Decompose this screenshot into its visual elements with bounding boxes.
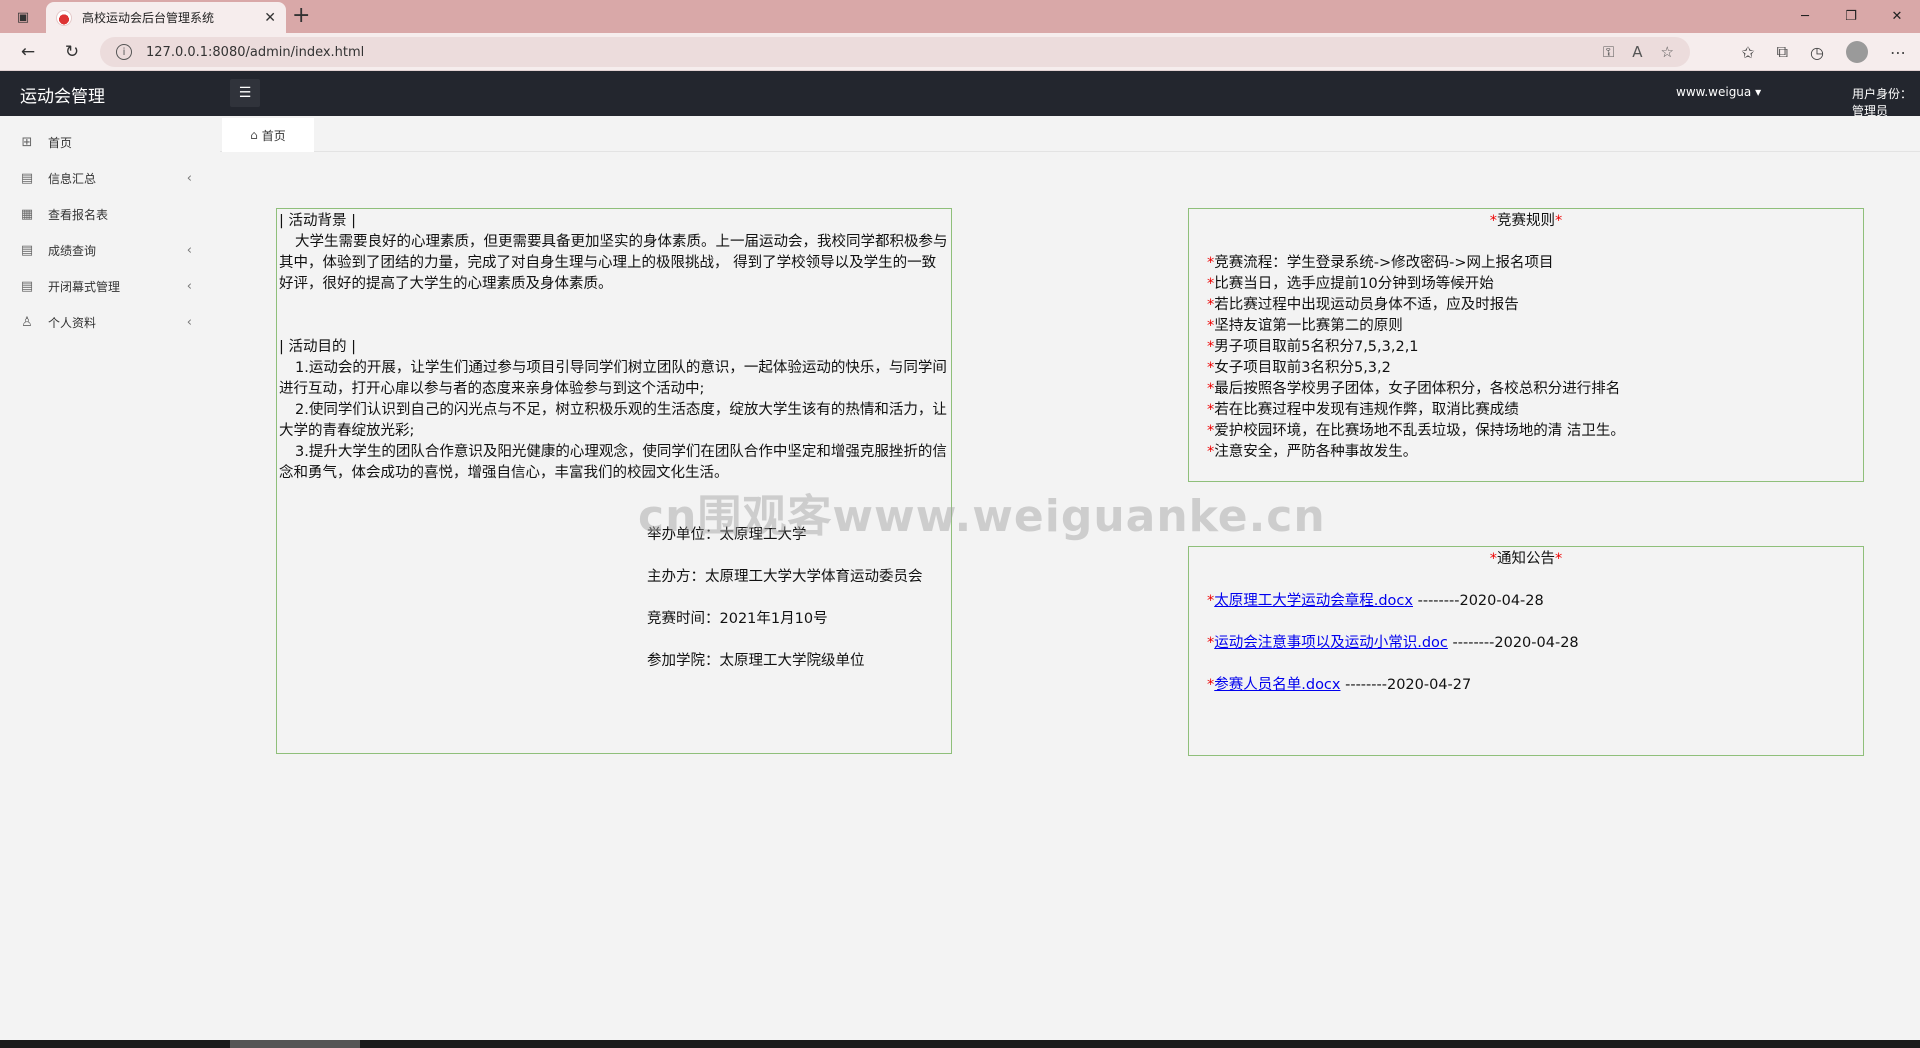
collections-icon[interactable]: ⧉ — [1777, 42, 1788, 62]
sidebar-item-label: 查看报名表 — [48, 207, 109, 222]
browser-toolbar: ← ↻ i 127.0.0.1:8080/admin/index.html ⚿ … — [0, 33, 1920, 71]
notice-item: *运动会注意事项以及运动小常识.doc --------2020-04-28 — [1207, 635, 1579, 651]
notice-date: --------2020-04-28 — [1413, 593, 1544, 609]
rules-title: *竞赛规则* — [1489, 213, 1563, 229]
browser-tab[interactable]: 高校运动会后台管理系统 ✕ — [46, 2, 286, 33]
sidebar-item-label: 成绩查询 — [48, 243, 97, 258]
scrollbar-thumb[interactable] — [230, 1040, 360, 1048]
notice-date: --------2020-04-28 — [1447, 635, 1579, 651]
sidebar-item-registrations[interactable]: ▦ 查看报名表 — [0, 196, 220, 232]
rule-item: *爱护校园环境，在比赛场地不乱丢垃圾，保持场地的清 洁卫生。 — [1207, 423, 1625, 439]
watermark-text: cn围观客www.weiguanke.cn — [638, 491, 1326, 542]
site-info-icon[interactable]: i — [116, 44, 132, 60]
menu-toggle-button[interactable]: ☰ — [230, 79, 260, 107]
url-text: 127.0.0.1:8080/admin/index.html — [146, 44, 365, 60]
user-role: 用户身份：管理员 — [1852, 87, 1913, 118]
edit-doc-icon: ▤ — [20, 278, 34, 294]
notices-panel: *通知公告* *太原理工大学运动会章程.docx --------2020-04… — [1188, 546, 1864, 756]
goal-item: 2.使同学们认识到自己的闪光点与不足，树立积极乐观的生活态度，绽放大学生该有的热… — [279, 402, 947, 439]
sidebar: ⊞ 首页 ▤ 信息汇总 ‹ ▦ 查看报名表 ▤ 成绩查询 ‹ ▤ 开闭幕式管理 … — [0, 116, 220, 1040]
background-title: | 活动背景 | — [279, 213, 356, 229]
sidebar-item-label: 开闭幕式管理 — [48, 279, 121, 294]
notice-date: --------2020-04-27 — [1340, 677, 1472, 693]
favorites-icon[interactable]: ✩ — [1741, 43, 1754, 62]
sidebar-item-label: 信息汇总 — [48, 171, 97, 186]
reload-icon[interactable]: ↻ — [60, 40, 84, 64]
notice-item: *参赛人员名单.docx --------2020-04-27 — [1207, 677, 1472, 693]
profile-avatar[interactable] — [1846, 41, 1868, 63]
sidebar-item-label: 首页 — [48, 135, 73, 150]
read-aloud-icon[interactable]: A — [1632, 43, 1642, 61]
rule-item: *若比赛过程中出现运动员身体不适，应及时报告 — [1207, 297, 1519, 313]
rule-item: *比赛当日，选手应提前10分钟到场等候开始 — [1207, 276, 1494, 292]
edit-doc-icon: ▤ — [20, 242, 34, 258]
notice-link[interactable]: 运动会注意事项以及运动小常识.doc — [1214, 635, 1448, 651]
sidebar-item-ceremony[interactable]: ▤ 开闭幕式管理 ‹ — [0, 268, 220, 304]
background-text: 大学生需要良好的心理素质，但更需要具备更加坚实的身体素质。上一届运动会，我校同学… — [279, 234, 948, 292]
sidebar-item-scores[interactable]: ▤ 成绩查询 ‹ — [0, 232, 220, 268]
tab-home[interactable]: ⌂ 首页 — [222, 118, 314, 152]
key-icon[interactable]: ⚿ — [1603, 43, 1614, 61]
notice-link[interactable]: 太原理工大学运动会章程.docx — [1214, 593, 1413, 609]
rule-item: *注意安全，严防各种事故发生。 — [1207, 444, 1418, 460]
home-icon: ⌂ — [250, 128, 258, 142]
chevron-left-icon: ‹ — [186, 278, 192, 294]
page-tabbar: ⌂ 首页 — [220, 116, 1920, 152]
goal-item: 3.提升大学生的团队合作意识及阳光健康的心理观念，使同学们在团队合作中坚定和增强… — [279, 444, 947, 481]
horizontal-scrollbar[interactable] — [0, 1040, 1920, 1048]
edit-doc-icon: ▤ — [20, 170, 34, 186]
main-content: ⌂ 首页 | 活动背景 | 大学生需要良好的心理素质，但更需要具备更加坚实的身体… — [220, 116, 1920, 1040]
tab-home-label: 首页 — [261, 128, 286, 143]
user-icon: ♙ — [21, 314, 33, 330]
notice-link[interactable]: 参赛人员名单.docx — [1214, 677, 1340, 693]
more-menu-icon[interactable]: ⋯ — [1890, 43, 1906, 62]
browser-tabstrip: ▣ 高校运动会后台管理系统 ✕ + ─ ❐ ✕ — [0, 0, 1920, 33]
new-tab-button[interactable]: + — [292, 4, 310, 28]
list-doc-icon: ▦ — [20, 206, 34, 222]
goal-item: 1.运动会的开展，让学生们通过参与项目引导同学们树立团队的意识，一起体验运动的快… — [279, 360, 947, 397]
site-favicon-icon — [56, 9, 72, 26]
hamburger-icon: ☰ — [238, 85, 252, 101]
rule-item: *竞赛流程：学生登录系统->修改密码->网上报名项目 — [1207, 255, 1554, 271]
browser-tab-title: 高校运动会后台管理系统 — [82, 11, 215, 25]
organizer: 主办方：太原理工大学大学体育运动委员会 — [647, 569, 923, 585]
sidebar-item-info-summary[interactable]: ▤ 信息汇总 ‹ — [0, 160, 220, 196]
notices-title: *通知公告* — [1489, 551, 1563, 567]
app-brand: 运动会管理 — [20, 87, 105, 107]
rule-item: *女子项目取前3名积分5,3,2 — [1207, 360, 1391, 376]
grid-icon: ⊞ — [21, 134, 33, 150]
rule-item: *最后按照各学校男子团体，女子团体积分，各校总积分进行排名 — [1207, 381, 1621, 397]
rules-panel: *竞赛规则* *竞赛流程：学生登录系统->修改密码->网上报名项目 *比赛当日，… — [1188, 208, 1864, 482]
rule-item: *男子项目取前5名积分7,5,3,2,1 — [1207, 339, 1419, 355]
address-bar[interactable]: i 127.0.0.1:8080/admin/index.html ⚿ A ☆ — [100, 37, 1690, 67]
sidebar-item-home[interactable]: ⊞ 首页 — [0, 124, 220, 160]
notice-item: *太原理工大学运动会章程.docx --------2020-04-28 — [1207, 593, 1544, 609]
back-icon[interactable]: ← — [16, 40, 40, 64]
close-window-icon[interactable]: ✕ — [1874, 0, 1920, 33]
participating-colleges: 参加学院：太原理工大学院级单位 — [647, 653, 865, 669]
history-icon[interactable]: ◷ — [1810, 43, 1824, 62]
minimize-icon[interactable]: ─ — [1782, 0, 1828, 33]
restore-icon[interactable]: ❐ — [1828, 0, 1874, 33]
sidebar-item-profile[interactable]: ♙ 个人资料 ‹ — [0, 304, 220, 340]
favorite-star-icon[interactable]: ☆ — [1661, 43, 1674, 61]
chevron-left-icon: ‹ — [186, 170, 192, 186]
chevron-left-icon: ‹ — [186, 242, 192, 258]
app-header: 运动会管理 ☰ www.weigua ▾ 用户身份：管理员 — [0, 71, 1920, 118]
rule-item: *坚持友谊第一比赛第二的原则 — [1207, 318, 1403, 334]
sidebar-toggle-icon[interactable]: ▣ — [12, 6, 34, 28]
rule-item: *若在比赛过程中发现有违规作弊，取消比赛成绩 — [1207, 402, 1519, 418]
close-tab-icon[interactable]: ✕ — [264, 10, 276, 26]
goal-title: | 活动目的 | — [279, 339, 356, 355]
chevron-left-icon: ‹ — [186, 314, 192, 330]
competition-date: 竞赛时间：2021年1月10号 — [647, 611, 828, 627]
user-menu[interactable]: www.weigua ▾ — [1676, 85, 1761, 99]
sidebar-item-label: 个人资料 — [48, 315, 97, 330]
